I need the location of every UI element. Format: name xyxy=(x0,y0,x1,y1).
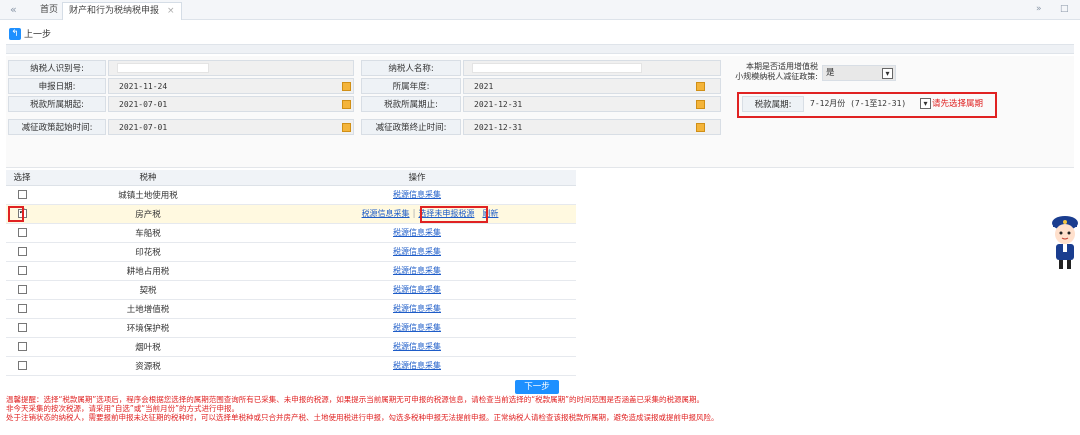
tax-type-name: 城镇土地使用税 xyxy=(38,185,258,205)
policy-end-field[interactable]: 2021-12-31 xyxy=(463,119,721,135)
row-checkbox[interactable] xyxy=(17,284,27,294)
policy-end-label: 减征政策终止时间: xyxy=(361,119,461,135)
row-checkbox[interactable] xyxy=(17,265,27,275)
taxpayer-id-label: 纳税人识别号: xyxy=(8,60,106,76)
close-tab-icon[interactable]: × xyxy=(167,6,175,16)
table-row: 车船税 税源信息采集 xyxy=(6,223,576,243)
chevron-down-icon[interactable]: ▾ xyxy=(920,98,931,109)
year-field[interactable]: 2021 xyxy=(463,78,721,94)
period-start-field[interactable]: 2021-07-01 xyxy=(108,96,354,112)
tax-type-name: 契税 xyxy=(38,280,258,300)
policy-start-label: 减征政策起始时间: xyxy=(8,119,106,135)
taxpayer-name-label: 纳税人名称: xyxy=(361,60,461,76)
row-checkbox[interactable] xyxy=(17,322,27,332)
taxpayer-name-field xyxy=(463,60,721,76)
next-step-button[interactable]: 下一步 xyxy=(515,380,559,394)
tax-type-name: 资源税 xyxy=(38,356,258,376)
row-checkbox[interactable] xyxy=(17,227,27,237)
highlight-box xyxy=(8,205,24,222)
redacted-block xyxy=(117,63,209,73)
small-scale-policy-label: 本期是否适用增值税 小规模纳税人减征政策: xyxy=(735,62,818,81)
table-row: 土地增值税 税源信息采集 xyxy=(6,299,576,319)
back-arrow-icon: ↰ xyxy=(9,27,21,40)
collapse-sidebar-icon[interactable]: « xyxy=(10,3,17,16)
period-end-label: 税款所属期止: xyxy=(361,96,461,112)
table-row: 城镇土地使用税 税源信息采集 xyxy=(6,185,576,205)
redacted-block xyxy=(472,63,642,73)
table-row: 耕地占用税 税源信息采集 xyxy=(6,261,576,281)
taxpayer-id-field xyxy=(108,60,354,76)
row-checkbox[interactable] xyxy=(17,360,27,370)
collect-source-link[interactable]: 税源信息采集 xyxy=(393,247,441,256)
calendar-icon[interactable] xyxy=(342,123,351,132)
divider xyxy=(6,44,1074,54)
period-end-field[interactable]: 2021-12-31 xyxy=(463,96,721,112)
calendar-icon[interactable] xyxy=(342,82,351,91)
tax-type-name: 房产税 xyxy=(38,204,258,224)
collect-source-link[interactable]: 税源信息采集 xyxy=(393,342,441,351)
calendar-icon[interactable] xyxy=(696,82,705,91)
main-content: ↰ 上一步 纳税人识别号: 纳税人名称: 申报日期: 2021-11-24 所属… xyxy=(6,23,1078,433)
tax-period-label: 税款属期: xyxy=(742,96,804,112)
maximize-icon[interactable]: □ xyxy=(1060,4,1069,14)
table-row: 环境保护税 税源信息采集 xyxy=(6,318,576,338)
collect-source-link[interactable]: 税源信息采集 xyxy=(393,304,441,313)
column-header-select: 选择 xyxy=(6,170,38,186)
year-label: 所属年度: xyxy=(361,78,461,94)
back-button[interactable]: ↰ 上一步 xyxy=(9,27,51,40)
table-row: 资源税 税源信息采集 xyxy=(6,356,576,376)
row-checkbox[interactable] xyxy=(17,189,27,199)
warm-reminder-notes: 温馨提醒：选择“税款属期”选项后，程序会根据您选择的属期范围查询所有已采集、未申… xyxy=(6,395,1074,422)
tax-type-name: 印花税 xyxy=(38,242,258,262)
top-tab-bar: « 首页 财产和行为税纳税申报 × » □ xyxy=(0,0,1080,20)
declare-date-field[interactable]: 2021-11-24 xyxy=(108,78,354,94)
tax-type-name: 土地增值税 xyxy=(38,299,258,319)
chevron-down-icon[interactable]: ▾ xyxy=(882,68,893,79)
collect-source-link[interactable]: 税源信息采集 xyxy=(393,323,441,332)
collect-source-link[interactable]: 税源信息采集 xyxy=(393,190,441,199)
collect-source-link[interactable]: 税源信息采集 xyxy=(393,228,441,237)
collect-source-link[interactable]: 税源信息采集 xyxy=(362,209,410,218)
assistant-mascot-icon[interactable] xyxy=(1048,213,1080,271)
column-header-actions: 操作 xyxy=(258,170,576,186)
declaration-form: 纳税人识别号: 纳税人名称: 申报日期: 2021-11-24 所属年度: 20… xyxy=(6,56,1074,168)
tax-type-name: 车船税 xyxy=(38,223,258,243)
tab-property-behavior-tax[interactable]: 财产和行为税纳税申报 × xyxy=(62,2,182,20)
tax-period-hint: 请先选择属期 xyxy=(932,99,984,109)
row-checkbox[interactable] xyxy=(17,341,27,351)
tax-period-select[interactable]: 7-12月份 (7-1至12-31) xyxy=(810,96,906,112)
tax-type-table: 选择 税种 操作 城镇土地使用税 税源信息采集 房产税 税源信息采集|选择未申报… xyxy=(6,170,576,376)
back-label: 上一步 xyxy=(24,30,52,40)
calendar-icon[interactable] xyxy=(342,100,351,109)
note-line: 处于注销状态的纳税人，需要报前申报未达征期的税种时，可以选择单税种或只合并房产税… xyxy=(6,413,719,422)
note-line: 温馨提醒：选择“税款属期”选项后，程序会根据您选择的属期范围查询所有已采集、未申… xyxy=(6,395,705,404)
declare-date-label: 申报日期: xyxy=(8,78,106,94)
note-line: 非今天采集的按次税源，请采用“自选”或“当前月份”的方式进行申报。 xyxy=(6,404,240,413)
scroll-tabs-right-icon[interactable]: » xyxy=(1036,4,1042,14)
calendar-icon[interactable] xyxy=(696,100,705,109)
toolbar: ↰ 上一步 xyxy=(6,25,1074,43)
collect-source-link[interactable]: 税源信息采集 xyxy=(393,285,441,294)
row-checkbox[interactable] xyxy=(17,303,27,313)
collect-source-link[interactable]: 税源信息采集 xyxy=(393,266,441,275)
row-checkbox[interactable] xyxy=(17,246,27,256)
table-row: 契税 税源信息采集 xyxy=(6,280,576,300)
table-row: 房产税 税源信息采集|选择未申报税源刷新 xyxy=(6,204,576,224)
column-header-tax-type: 税种 xyxy=(38,170,258,186)
table-row: 印花税 税源信息采集 xyxy=(6,242,576,262)
table-row: 烟叶税 税源信息采集 xyxy=(6,337,576,357)
highlight-box xyxy=(420,205,488,223)
calendar-icon[interactable] xyxy=(696,123,705,132)
tax-type-name: 耕地占用税 xyxy=(38,261,258,281)
tax-type-name: 环境保护税 xyxy=(38,318,258,338)
period-start-label: 税款所属期起: xyxy=(8,96,106,112)
tax-type-name: 烟叶税 xyxy=(38,337,258,357)
policy-start-field[interactable]: 2021-07-01 xyxy=(108,119,354,135)
tab-home[interactable]: 首页 xyxy=(34,2,64,20)
collect-source-link[interactable]: 税源信息采集 xyxy=(393,361,441,370)
